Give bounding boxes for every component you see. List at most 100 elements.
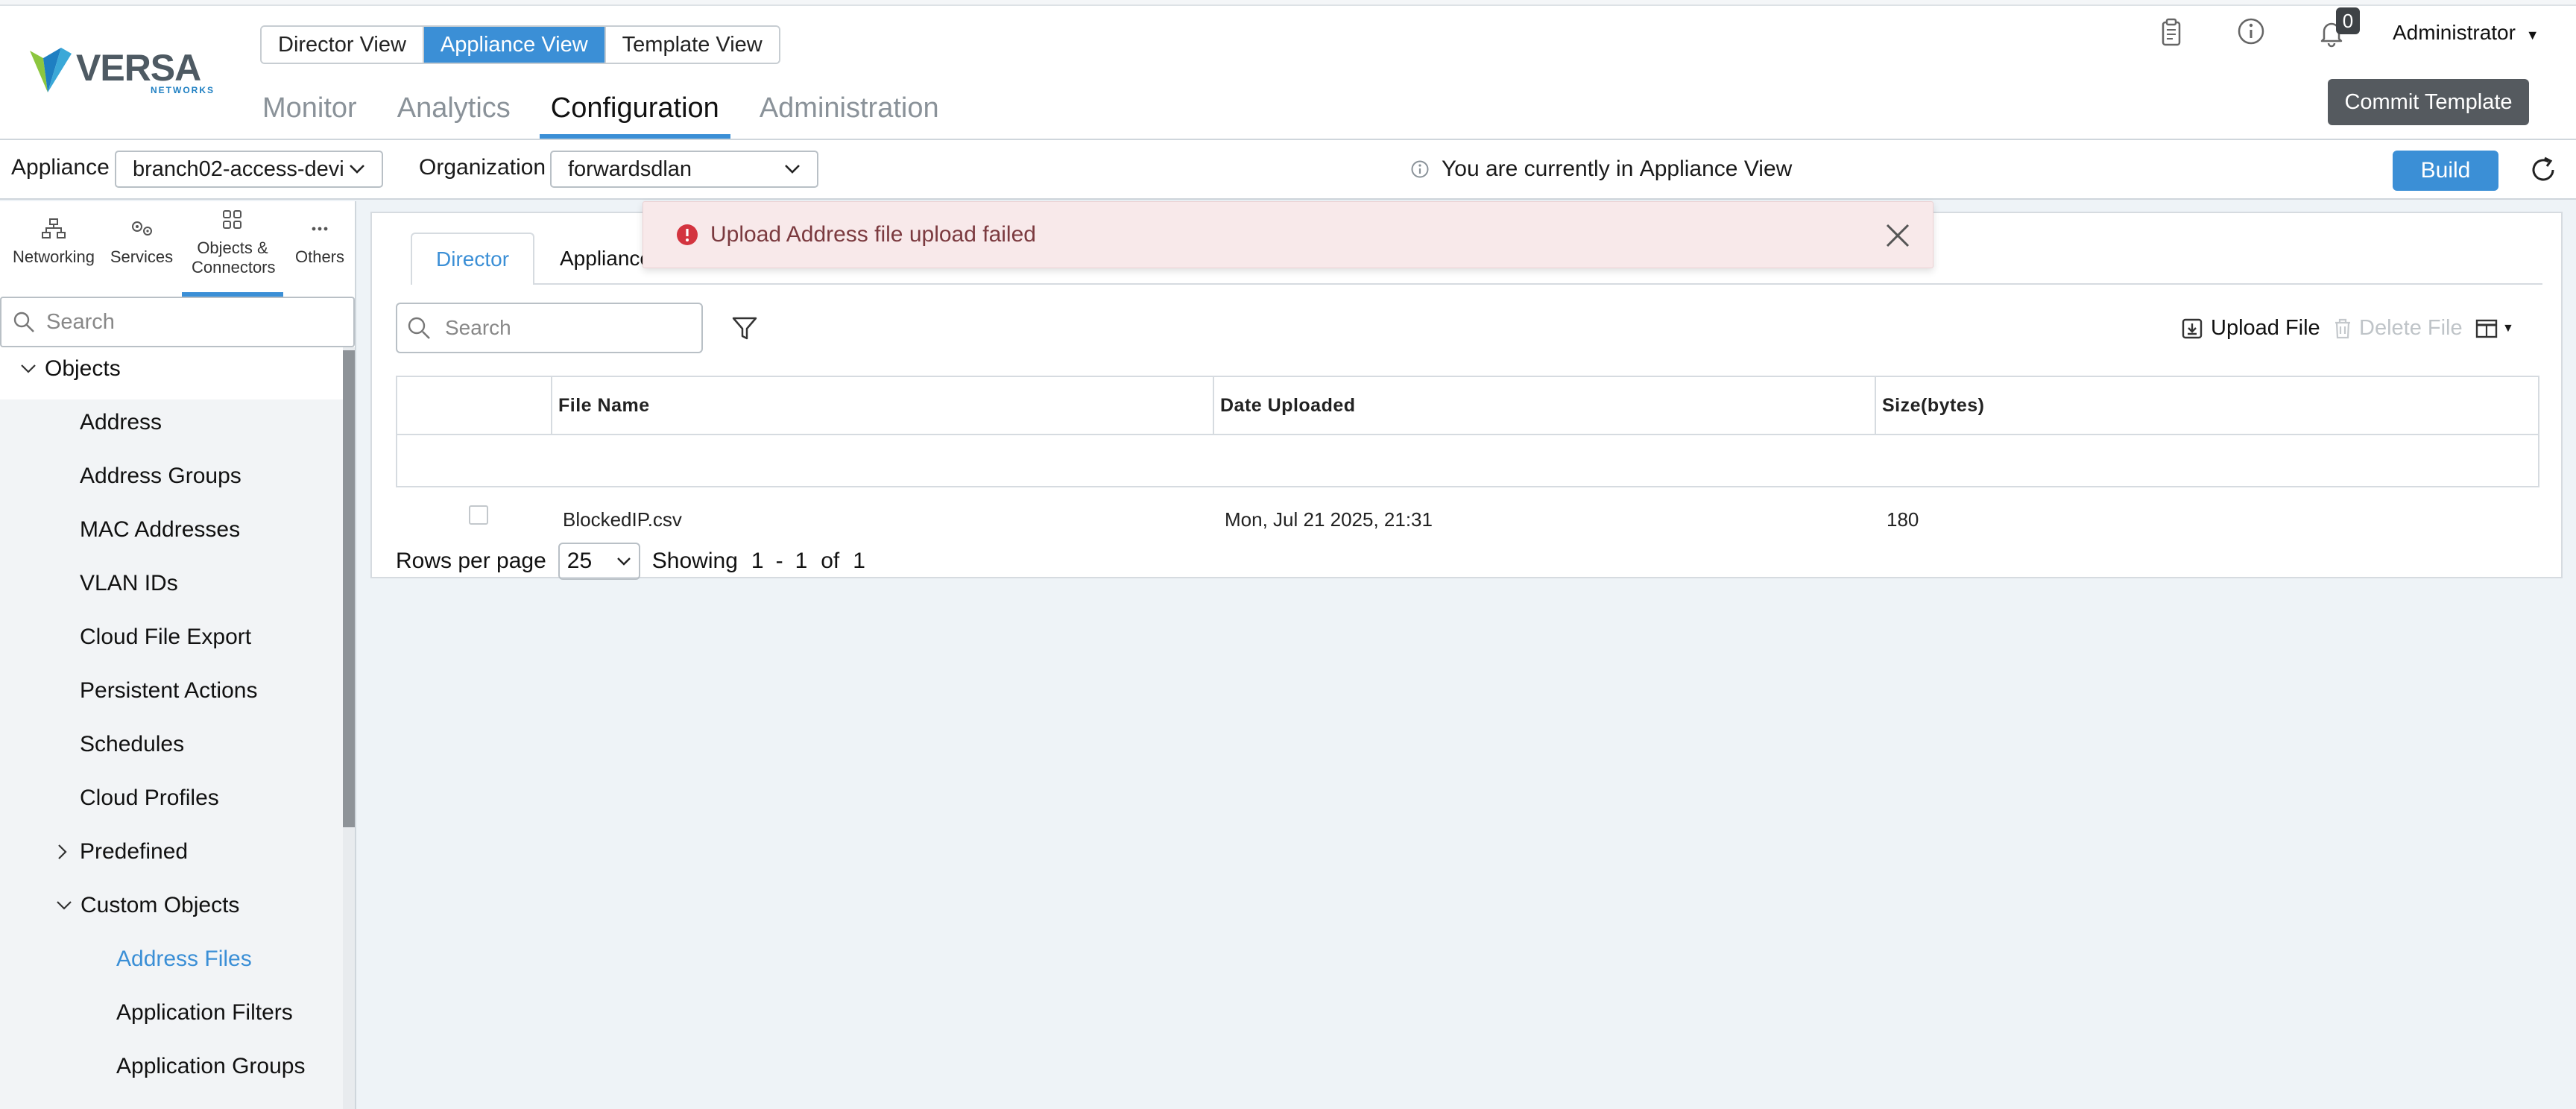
context-bar: Appliance branch02-access-devi Organizat… (0, 140, 2576, 200)
upload-file-button[interactable]: Upload File (2181, 316, 2320, 341)
versa-logo[interactable]: VERSA NETWORKS (27, 40, 213, 100)
organization-value: forwardsdlan (568, 157, 692, 181)
column-chooser-button[interactable]: ▼ (2475, 319, 2514, 338)
cell-file-name: BlockedIP.csv (563, 508, 682, 531)
table-search-placeholder: Search (445, 316, 511, 339)
error-toast: Upload Address file upload failed (643, 201, 1933, 268)
tree-item-address-files[interactable]: Address Files (116, 947, 252, 972)
showing-from: 1 (751, 549, 764, 573)
row-checkbox[interactable] (469, 505, 488, 525)
sidebar-tab-others[interactable]: Others (286, 201, 353, 297)
showing-of: of (821, 549, 840, 573)
nav-administration[interactable]: Administration (748, 92, 950, 139)
sidebar-search-placeholder: Search (46, 309, 115, 334)
column-header-file-name[interactable]: File Name (552, 377, 1214, 434)
rows-per-page-value: 25 (566, 549, 593, 573)
info-icon[interactable] (2236, 16, 2266, 46)
appliance-label: Appliance (11, 155, 110, 180)
sidebar-tab-networking[interactable]: Networking (4, 201, 103, 297)
more-dots-icon (312, 227, 328, 231)
network-icon (42, 218, 66, 238)
table-search-input[interactable]: Search (396, 303, 703, 353)
view-info-current: Appliance View (1639, 157, 1793, 181)
error-icon (677, 224, 698, 245)
sidebar-tab-services[interactable]: Services (104, 201, 179, 297)
sidebar-tab-label: Others (294, 247, 345, 266)
appliance-view-button[interactable]: Appliance View (423, 27, 606, 63)
chevron-down-icon (57, 901, 72, 910)
pagination: Rows per page 25 Showing 1 - 1 of 1 (396, 543, 865, 580)
caret-down-icon: ▼ (2525, 28, 2539, 42)
tree-item-application-filters[interactable]: Application Filters (116, 1000, 293, 1026)
nav-configuration[interactable]: Configuration (539, 92, 730, 139)
tab-director[interactable]: Director (411, 233, 535, 285)
table-row[interactable]: BlockedIP.csv Mon, Jul 21 2025, 21:31 18… (397, 435, 2538, 531)
template-view-button[interactable]: Template View (605, 27, 779, 63)
upload-file-label: Upload File (2211, 316, 2320, 340)
rows-per-page-select[interactable]: 25 (558, 543, 640, 580)
chevron-down-icon (616, 557, 631, 566)
caret-down-icon: ▼ (2502, 322, 2514, 335)
cell-size: 180 (1887, 508, 1919, 531)
main-nav: Monitor Analytics Configuration Administ… (262, 92, 968, 140)
build-button[interactable]: Build (2393, 151, 2498, 191)
director-view-button[interactable]: Director View (262, 27, 424, 63)
organization-label: Organization (419, 155, 546, 180)
close-icon[interactable] (1885, 223, 1910, 248)
trash-icon (2335, 318, 2350, 338)
rows-per-page-label: Rows per page (396, 549, 546, 573)
columns-icon (2475, 319, 2498, 338)
organization-select[interactable]: forwardsdlan (550, 151, 818, 188)
sidebar-tab-objects-connectors[interactable]: Objects & Connectors (182, 201, 283, 297)
column-header-size[interactable]: Size(bytes) (1876, 377, 2539, 434)
appliance-value: branch02-access-devi (133, 157, 344, 181)
info-circle-icon (1411, 160, 1429, 178)
tree-item-address-groups[interactable]: Address Groups (80, 464, 242, 489)
tree-item-cloud-profiles[interactable]: Cloud Profiles (80, 786, 219, 811)
tree-item-label: Custom Objects (80, 893, 240, 917)
logo-text: VERSA (76, 47, 201, 89)
view-switcher: Director View Appliance View Template Vi… (260, 25, 780, 64)
tree-item-cloud-file-export[interactable]: Cloud File Export (80, 625, 251, 650)
delete-file-label: Delete File (2359, 316, 2463, 340)
upload-icon (2182, 318, 2203, 338)
user-menu[interactable]: Administrator ▼ (2393, 21, 2539, 45)
versa-logo-mark-icon (30, 48, 72, 92)
nav-analytics[interactable]: Analytics (386, 92, 522, 139)
view-info-text: You are currently in (1442, 157, 1640, 181)
filter-icon[interactable] (731, 316, 758, 341)
tree-item-objects[interactable]: Objects (19, 356, 121, 382)
search-icon (13, 312, 34, 332)
sidebar-tab-label: Objects & Connectors (192, 238, 276, 277)
tree-item-predefined[interactable]: Predefined (57, 839, 188, 865)
nav-monitor[interactable]: Monitor (262, 92, 368, 139)
sidebar-tab-label: Services (110, 247, 174, 266)
sidebar-scrollbar-thumb[interactable] (343, 350, 355, 827)
tree-item-address[interactable]: Address (80, 410, 162, 435)
chevron-down-icon (21, 364, 36, 373)
clipboard-icon[interactable] (2156, 18, 2186, 48)
sidebar-search-input[interactable]: Search (0, 297, 355, 347)
appliance-select[interactable]: branch02-access-devi (115, 151, 383, 188)
chevron-down-icon (785, 165, 800, 174)
chevron-right-icon (58, 844, 67, 859)
tree-item-mac-addresses[interactable]: MAC Addresses (80, 517, 240, 543)
tree-item-custom-objects[interactable]: Custom Objects (55, 893, 239, 918)
delete-file-button[interactable]: Delete File (2332, 316, 2463, 341)
tree-item-application-groups[interactable]: Application Groups (116, 1054, 305, 1079)
gears-icon (132, 221, 152, 236)
sidebar-tab-label: Networking (12, 247, 95, 266)
showing-total: 1 (853, 549, 865, 573)
tree-item-schedules[interactable]: Schedules (80, 732, 184, 757)
refresh-icon[interactable] (2528, 155, 2558, 185)
select-column-header[interactable] (397, 377, 552, 434)
showing-dash: - (775, 549, 783, 573)
object-tree: Objects Address Address Groups MAC Addre… (0, 347, 343, 1109)
cell-date-uploaded: Mon, Jul 21 2025, 21:31 (1225, 508, 1433, 531)
commit-template-button[interactable]: Commit Template (2328, 79, 2529, 125)
sidebar: Networking Services Objects & Connectors… (0, 201, 356, 1109)
tree-item-vlan-ids[interactable]: VLAN IDs (80, 571, 178, 596)
tree-item-persistent-actions[interactable]: Persistent Actions (80, 678, 257, 704)
column-header-date-uploaded[interactable]: Date Uploaded (1214, 377, 1876, 434)
toast-message: Upload Address file upload failed (710, 222, 1036, 247)
